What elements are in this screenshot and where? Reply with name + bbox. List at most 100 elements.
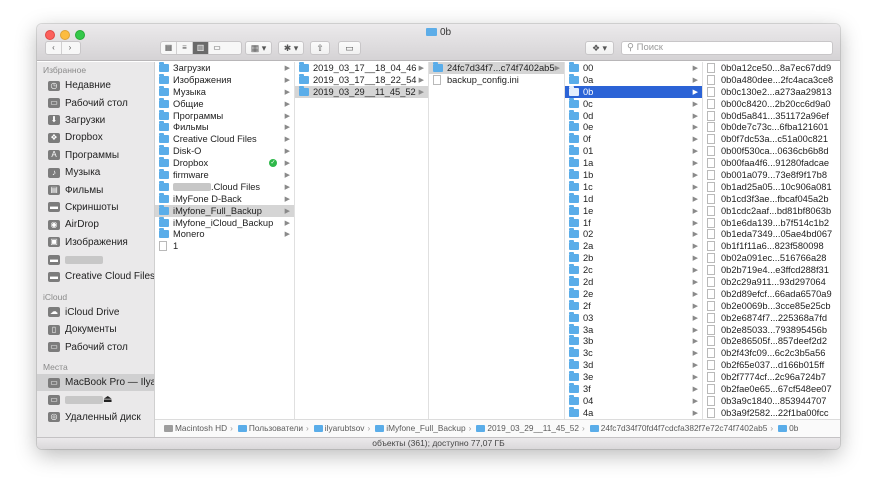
list-item[interactable]: Общие ▶ [155, 97, 294, 110]
list-item[interactable]: 0b2c29a911...93d297064 [703, 276, 840, 288]
list-item[interactable]: Изображения ▶ [155, 73, 294, 86]
sidebar-item-favorites-10[interactable]: ▬ [37, 251, 154, 268]
list-item[interactable]: 2d ▶ [565, 275, 702, 288]
list-item[interactable]: 24fc7d34f7...c74f7402ab5 ▶ [429, 62, 564, 74]
list-item[interactable]: 0b1ad25a05...10c906a081 [703, 181, 840, 193]
eject-icon[interactable]: ⏏ [103, 394, 112, 405]
list-item[interactable]: 0b0a480dee...2fc4aca3ce8 [703, 74, 840, 86]
list-item[interactable]: 0b0d5a841...351172a96ef [703, 110, 840, 122]
list-item[interactable]: 01 ▶ [565, 145, 702, 157]
sidebar-item-favorites-6[interactable]: ▤ Фильмы [37, 181, 154, 198]
back-button[interactable]: ‹ [46, 42, 62, 54]
sidebar-item-favorites-9[interactable]: ▣ Изображения [37, 234, 154, 251]
list-item[interactable]: Программы ▶ [155, 109, 294, 122]
path-segment[interactable]: Macintosh HD [175, 423, 227, 433]
list-item[interactable]: 0b3a9c1840...853944707 [703, 395, 840, 407]
path-segment[interactable]: 24fc7d34f70fd4f7cdcfa382f7e72c74f7402ab5 [601, 423, 768, 433]
path-segment[interactable]: ilyarubtsov [325, 423, 365, 433]
dropbox-button[interactable]: ❖ ▾ [585, 41, 614, 55]
list-item[interactable]: 1b ▶ [565, 168, 702, 181]
list-item[interactable]: .Cloud Files ▶ [155, 180, 294, 193]
icon-view-icon[interactable]: ▦ [161, 42, 177, 54]
list-item[interactable]: 1 [155, 240, 294, 252]
sidebar-item-favorites-7[interactable]: ▬ Скриншоты [37, 199, 154, 216]
sidebar-item-icloud-0[interactable]: ☁ iCloud Drive [37, 304, 154, 321]
list-item[interactable]: 0b ▶ [565, 85, 702, 98]
list-item[interactable]: Музыка ▶ [155, 85, 294, 98]
list-item[interactable]: 0b2f43fc09...6c2c3b5a56 [703, 347, 840, 359]
list-item[interactable]: 3e ▶ [565, 371, 702, 383]
list-item[interactable]: Dropbox ✓ ▶ [155, 157, 294, 169]
list-item[interactable]: 0b02a091ec...516766a28 [703, 252, 840, 264]
sidebar-item-favorites-5[interactable]: ♪ Музыка [37, 164, 154, 181]
list-item[interactable]: 0b2b719e4...e3ffcd288f31 [703, 264, 840, 276]
list-item[interactable]: 02 ▶ [565, 228, 702, 240]
sidebar-item-favorites-2[interactable]: ⬇ Загрузки [37, 112, 154, 129]
list-item[interactable]: Monero ▶ [155, 228, 294, 240]
list-view-icon[interactable]: ≡ [177, 42, 193, 54]
list-item[interactable]: 2019_03_17__18_22_54 ▶ [295, 73, 428, 86]
sidebar-item-icloud-1[interactable]: ▯ Документы [37, 321, 154, 338]
list-item[interactable]: 0b2fae0e65...67cf548ee07 [703, 383, 840, 395]
list-item[interactable]: 3c ▶ [565, 347, 702, 359]
list-item[interactable]: 3d ▶ [565, 359, 702, 371]
column-view-icon[interactable]: ▥ [193, 42, 209, 54]
list-item[interactable]: 0b1f1f11a6...823f580098 [703, 240, 840, 252]
list-item[interactable]: 1a ▶ [565, 157, 702, 169]
path-segment[interactable]: 2019_03_29__11_45_52 [487, 423, 579, 433]
path-segment[interactable]: 0b [789, 423, 798, 433]
list-item[interactable]: 0b00c8420...2b20cc6d9a0 [703, 98, 840, 110]
list-item[interactable]: 2c ▶ [565, 264, 702, 276]
list-item[interactable]: 0b0c130e2...a273aa29813 [703, 86, 840, 98]
gallery-view-icon[interactable]: ▭ [209, 42, 225, 54]
list-item[interactable]: 0b001a079...73e8f9f17b8 [703, 169, 840, 181]
list-item[interactable]: 0b2e6874f7...225368a7fd [703, 312, 840, 324]
share-button[interactable]: ⇧ [310, 41, 330, 55]
sidebar-item-places-0[interactable]: ▭ MacBook Pro — Ilya [37, 373, 154, 392]
list-item[interactable]: 0b1cd3f3ae...fbcaf045a2b [703, 193, 840, 205]
list-item[interactable]: 0b1cdc2aaf...bd81bf8063b [703, 205, 840, 217]
list-item[interactable]: 0b00faa4f6...91280fadcae [703, 157, 840, 169]
list-item[interactable]: 0b2f7774cf...2c96a724b7 [703, 371, 840, 383]
list-item[interactable]: 2f ▶ [565, 299, 702, 312]
list-item[interactable]: 1e ▶ [565, 204, 702, 217]
list-item[interactable]: Фильмы ▶ [155, 121, 294, 133]
list-item[interactable]: 0b2e85033...793895456b [703, 324, 840, 336]
list-item[interactable]: 0a ▶ [565, 73, 702, 86]
list-item[interactable]: 2e ▶ [565, 287, 702, 300]
search-input[interactable]: ⚲ Поиск [621, 41, 833, 55]
list-item[interactable]: 3b ▶ [565, 335, 702, 347]
list-item[interactable]: 2019_03_29__11_45_52 ▶ [295, 85, 428, 98]
list-item[interactable]: 0c ▶ [565, 97, 702, 110]
tag-button[interactable]: ▭ [338, 41, 361, 55]
list-item[interactable]: 0b0de7c73c...6fba121601 [703, 121, 840, 133]
sidebar-item-icloud-2[interactable]: ▭ Рабочий стол [37, 338, 154, 355]
list-item[interactable]: 2b ▶ [565, 252, 702, 264]
list-item[interactable]: 0b2f65e037...d166b015ff [703, 359, 840, 371]
list-item[interactable]: 0b3a9f2582...22f1ba00fcc [703, 407, 840, 419]
list-item[interactable]: Creative Cloud Files ▶ [155, 133, 294, 145]
list-item[interactable]: 03 ▶ [565, 311, 702, 324]
list-item[interactable]: 0b1e6da139...b7f514c1b2 [703, 217, 840, 229]
list-item[interactable]: iMyfone_iCloud_Backup ▶ [155, 216, 294, 229]
list-item[interactable]: 2a ▶ [565, 240, 702, 252]
list-item[interactable]: 0b2e0069b...3cce85e25cb [703, 300, 840, 312]
list-item[interactable]: 1c ▶ [565, 180, 702, 193]
list-item[interactable]: 0b2e86505f...857deef2d2 [703, 335, 840, 347]
list-item[interactable]: iMyFone D-Back ▶ [155, 192, 294, 205]
sidebar-item-places-2[interactable]: ◎ Удаленный диск [37, 409, 154, 426]
list-item[interactable]: 3f ▶ [565, 382, 702, 395]
list-item[interactable]: Загрузки ▶ [155, 62, 294, 74]
list-item[interactable]: backup_config.ini [429, 74, 564, 86]
list-item[interactable]: 0b2d89efcf...66ada6570a9 [703, 288, 840, 300]
list-item[interactable]: 2019_03_17__18_04_46 ▶ [295, 62, 428, 74]
sidebar-item-favorites-3[interactable]: ❖ Dropbox [37, 129, 154, 146]
path-segment[interactable]: Пользователи [249, 423, 303, 433]
forward-button[interactable]: › [62, 42, 78, 54]
list-item[interactable]: 0b00f530ca...0636cb6b8d [703, 145, 840, 157]
action-button[interactable]: ✱ ▾ [278, 41, 304, 55]
sidebar-item-favorites-1[interactable]: ▭ Рабочий стол [37, 94, 154, 111]
list-item[interactable]: 1d ▶ [565, 192, 702, 205]
sidebar-item-favorites-8[interactable]: ◉ AirDrop [37, 216, 154, 233]
list-item[interactable]: 0e ▶ [565, 121, 702, 133]
